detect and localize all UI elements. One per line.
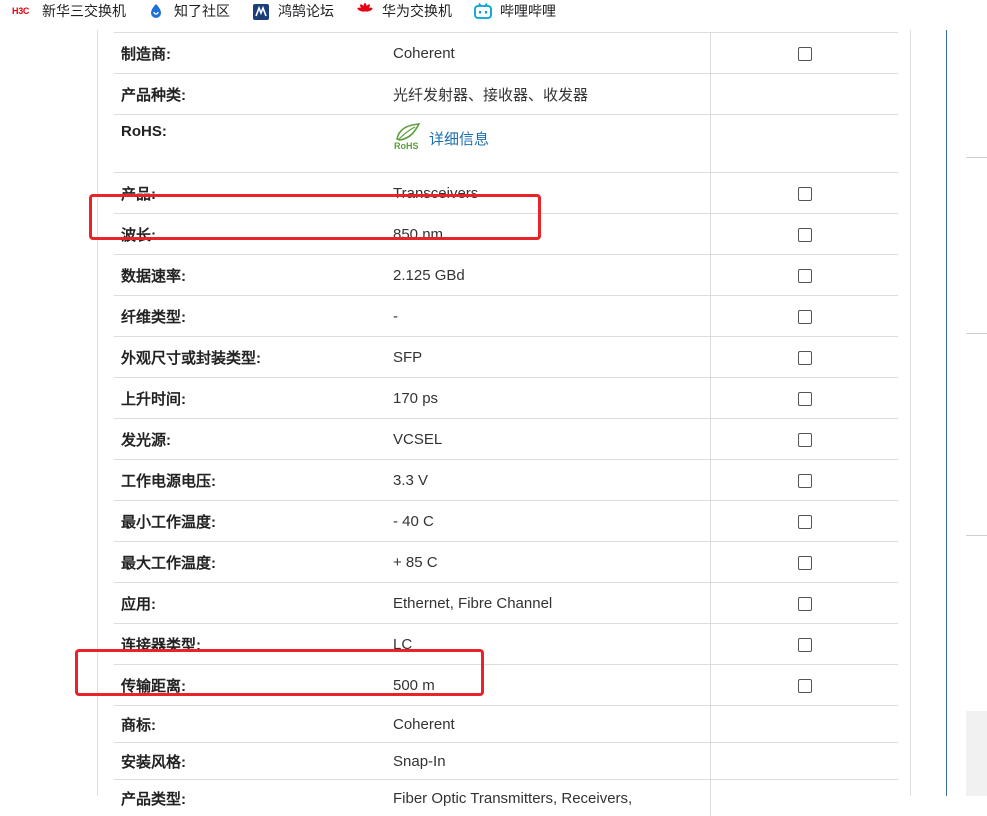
spec-value: Fiber Optic Transmitters, Receivers, xyxy=(386,780,711,816)
spec-label: 数据速率: xyxy=(114,255,386,296)
spec-value: SFP xyxy=(386,337,711,378)
spec-row-category: 产品种类: 光纤发射器、接收器、收发器 xyxy=(114,74,898,115)
filter-checkbox[interactable] xyxy=(798,474,812,488)
spec-value: - xyxy=(386,296,711,337)
spec-value: Ethernet, Fibre Channel xyxy=(386,583,711,624)
bookmark-label: 新华三交换机 xyxy=(42,1,126,21)
filter-checkbox[interactable] xyxy=(798,269,812,283)
spec-row-product-type: 产品类型: Fiber Optic Transmitters, Receiver… xyxy=(114,780,898,816)
spec-table: 制造商: Coherent 产品种类: 光纤发射器、接收器、收发器 RoHS: xyxy=(114,32,898,816)
filter-checkbox[interactable] xyxy=(798,310,812,324)
filter-checkbox[interactable] xyxy=(798,351,812,365)
honghu-icon xyxy=(252,3,270,19)
bookmark-zhiliao[interactable]: 知了社区 xyxy=(148,0,230,22)
spec-value: VCSEL xyxy=(386,419,711,460)
rohs-badge-text: RoHS xyxy=(394,141,419,151)
spec-row-application: 应用: Ethernet, Fibre Channel xyxy=(114,583,898,624)
spec-label: 上升时间: xyxy=(114,378,386,419)
spec-value: Coherent xyxy=(386,706,711,743)
filter-checkbox[interactable] xyxy=(798,679,812,693)
filter-checkbox[interactable] xyxy=(798,515,812,529)
bookmark-label: 华为交换机 xyxy=(382,1,452,21)
spec-label: 发光源: xyxy=(114,419,386,460)
spec-row-manufacturer: 制造商: Coherent xyxy=(114,33,898,74)
spec-label: 纤维类型: xyxy=(114,296,386,337)
bookmarks-bar: H3C 新华三交换机 知了社区 鸿鹄论坛 华为交换机 哔哩哔哩 xyxy=(0,0,987,22)
spec-value: Snap-In xyxy=(386,743,711,780)
spec-label: 商标: xyxy=(114,706,386,743)
bilibili-icon xyxy=(474,3,492,19)
huawei-logo-icon xyxy=(356,3,374,19)
spec-row-fiber-type: 纤维类型: - xyxy=(114,296,898,337)
spec-value: 3.3 V xyxy=(386,460,711,501)
highlight-box-wavelength xyxy=(89,194,541,240)
bookmark-label: 哔哩哔哩 xyxy=(500,1,556,21)
highlight-box-distance xyxy=(75,649,484,696)
spec-label: 产品种类: xyxy=(114,74,386,115)
spec-row-rise-time: 上升时间: 170 ps xyxy=(114,378,898,419)
spec-label: RoHS: xyxy=(114,115,386,173)
spec-value: + 85 C xyxy=(386,542,711,583)
bookmark-bilibili[interactable]: 哔哩哔哩 xyxy=(474,0,556,22)
h3c-logo-icon: H3C xyxy=(12,3,34,19)
spec-label: 产品类型: xyxy=(114,780,386,816)
filter-checkbox[interactable] xyxy=(798,392,812,406)
filter-checkbox[interactable] xyxy=(798,638,812,652)
rohs-details-link[interactable]: RoHS 详细信息 xyxy=(393,121,489,155)
filter-checkbox[interactable] xyxy=(798,187,812,201)
spec-value: 光纤发射器、接收器、收发器 xyxy=(386,74,711,115)
rohs-details-label: 详细信息 xyxy=(429,128,489,149)
spec-label: 制造商: xyxy=(114,33,386,74)
right-divider xyxy=(946,30,947,796)
spec-row-data-rate: 数据速率: 2.125 GBd xyxy=(114,255,898,296)
filter-checkbox[interactable] xyxy=(798,433,812,447)
bookmark-label: 知了社区 xyxy=(174,1,230,21)
filter-checkbox[interactable] xyxy=(798,228,812,242)
filter-checkbox[interactable] xyxy=(798,47,812,61)
spec-row-package: 外观尺寸或封装类型: SFP xyxy=(114,337,898,378)
spec-value: Coherent xyxy=(386,33,711,74)
spec-row-rohs: RoHS: RoHS 详细信息 xyxy=(114,115,898,173)
spec-row-light-source: 发光源: VCSEL xyxy=(114,419,898,460)
filter-checkbox[interactable] xyxy=(798,597,812,611)
sidebar-panel xyxy=(966,711,987,796)
spec-label: 最大工作温度: xyxy=(114,542,386,583)
spec-row-mounting: 安装风格: Snap-In xyxy=(114,743,898,780)
rohs-leaf-icon: RoHS xyxy=(393,121,423,155)
bookmark-h3c[interactable]: H3C 新华三交换机 xyxy=(12,0,126,22)
spec-label: 最小工作温度: xyxy=(114,501,386,542)
sidebar-divider xyxy=(966,535,987,536)
spec-value: - 40 C xyxy=(386,501,711,542)
bookmark-honghu[interactable]: 鸿鹄论坛 xyxy=(252,0,334,22)
spec-label: 外观尺寸或封装类型: xyxy=(114,337,386,378)
bookmark-huawei[interactable]: 华为交换机 xyxy=(356,0,452,22)
spec-label: 工作电源电压: xyxy=(114,460,386,501)
bookmark-label: 鸿鹄论坛 xyxy=(278,1,334,21)
spec-row-supply-voltage: 工作电源电压: 3.3 V xyxy=(114,460,898,501)
sidebar-divider xyxy=(966,333,987,334)
spec-row-min-temp: 最小工作温度: - 40 C xyxy=(114,501,898,542)
spec-value: 2.125 GBd xyxy=(386,255,711,296)
filter-checkbox[interactable] xyxy=(798,556,812,570)
zhiliao-icon xyxy=(148,3,166,19)
spec-row-max-temp: 最大工作温度: + 85 C xyxy=(114,542,898,583)
spec-label: 安装风格: xyxy=(114,743,386,780)
sidebar-divider xyxy=(966,157,987,158)
spec-row-brand: 商标: Coherent xyxy=(114,706,898,743)
spec-value: 170 ps xyxy=(386,378,711,419)
spec-label: 应用: xyxy=(114,583,386,624)
